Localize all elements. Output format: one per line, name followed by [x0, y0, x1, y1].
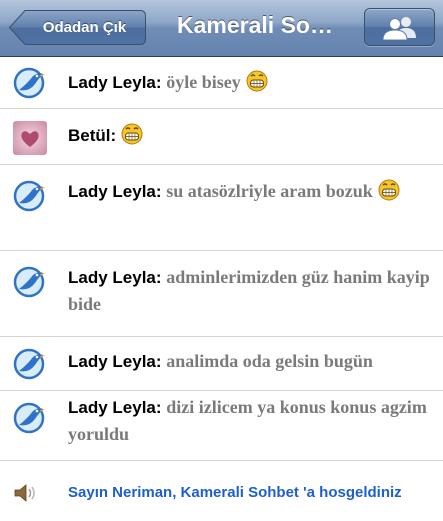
grinning-emoji-icon	[246, 70, 268, 92]
message-content: Betül:	[68, 122, 431, 149]
message-sender: Lady Leyla:	[68, 398, 162, 417]
chat-message-row: Lady Leyla: dizi izlicem ya konus konus …	[0, 391, 443, 461]
message-content: Lady Leyla: su atasözlriyle aram bozuk	[68, 178, 431, 205]
message-content: Lady Leyla: öyle bisey	[68, 69, 431, 96]
system-notice-text: Sayın Neriman, Kamerali Sohbet 'a hosgel…	[68, 484, 402, 501]
message-content: Lady Leyla: analimda oda gelsin bugün	[68, 348, 431, 375]
chat-message-row: Lady Leyla: adminlerimizden güz hanim ka…	[0, 251, 443, 337]
message-content: Lady Leyla: adminlerimizden güz hanim ka…	[68, 264, 431, 318]
chat-message-row: Betül:	[0, 109, 443, 165]
navigation-bar: Odadan Çık Kamerali So…	[0, 0, 443, 57]
bird-avatar-icon	[13, 67, 45, 99]
bird-avatar-icon	[13, 180, 45, 212]
message-sender: Betül:	[68, 126, 117, 145]
leave-room-button[interactable]: Odadan Çık	[8, 9, 147, 46]
room-title: Kamerali So…	[177, 12, 333, 38]
bird-avatar-icon	[13, 348, 45, 380]
grinning-emoji-icon	[121, 123, 143, 145]
room-users-button[interactable]	[364, 8, 435, 46]
pink-heart-photo	[13, 121, 47, 155]
chat-message-row: Lady Leyla: su atasözlriyle aram bozuk	[0, 165, 443, 251]
message-sender: Lady Leyla:	[68, 352, 162, 371]
chat-message-row: Lady Leyla: öyle bisey	[0, 57, 443, 109]
message-content: Lady Leyla: dizi izlicem ya konus konus …	[68, 394, 431, 448]
grinning-emoji-icon	[378, 179, 400, 201]
group-users-icon	[382, 17, 416, 40]
system-notice-row: Sayın Neriman, Kamerali Sohbet 'a hosgel…	[0, 461, 443, 521]
bird-avatar-icon	[13, 402, 45, 434]
message-text: su atasözlriyle aram bozuk	[166, 181, 373, 201]
chat-message-row: Lady Leyla: analimda oda gelsin bugün	[0, 337, 443, 391]
message-sender: Lady Leyla:	[68, 73, 162, 92]
message-sender: Lady Leyla:	[68, 268, 162, 287]
leave-room-label: Odadan Çık	[42, 19, 127, 36]
message-sender: Lady Leyla:	[68, 182, 162, 201]
message-text: öyle bisey	[166, 72, 241, 92]
speaker-icon	[14, 484, 35, 502]
message-text: analimda oda gelsin bugün	[166, 351, 373, 371]
bird-avatar-icon	[13, 266, 45, 298]
